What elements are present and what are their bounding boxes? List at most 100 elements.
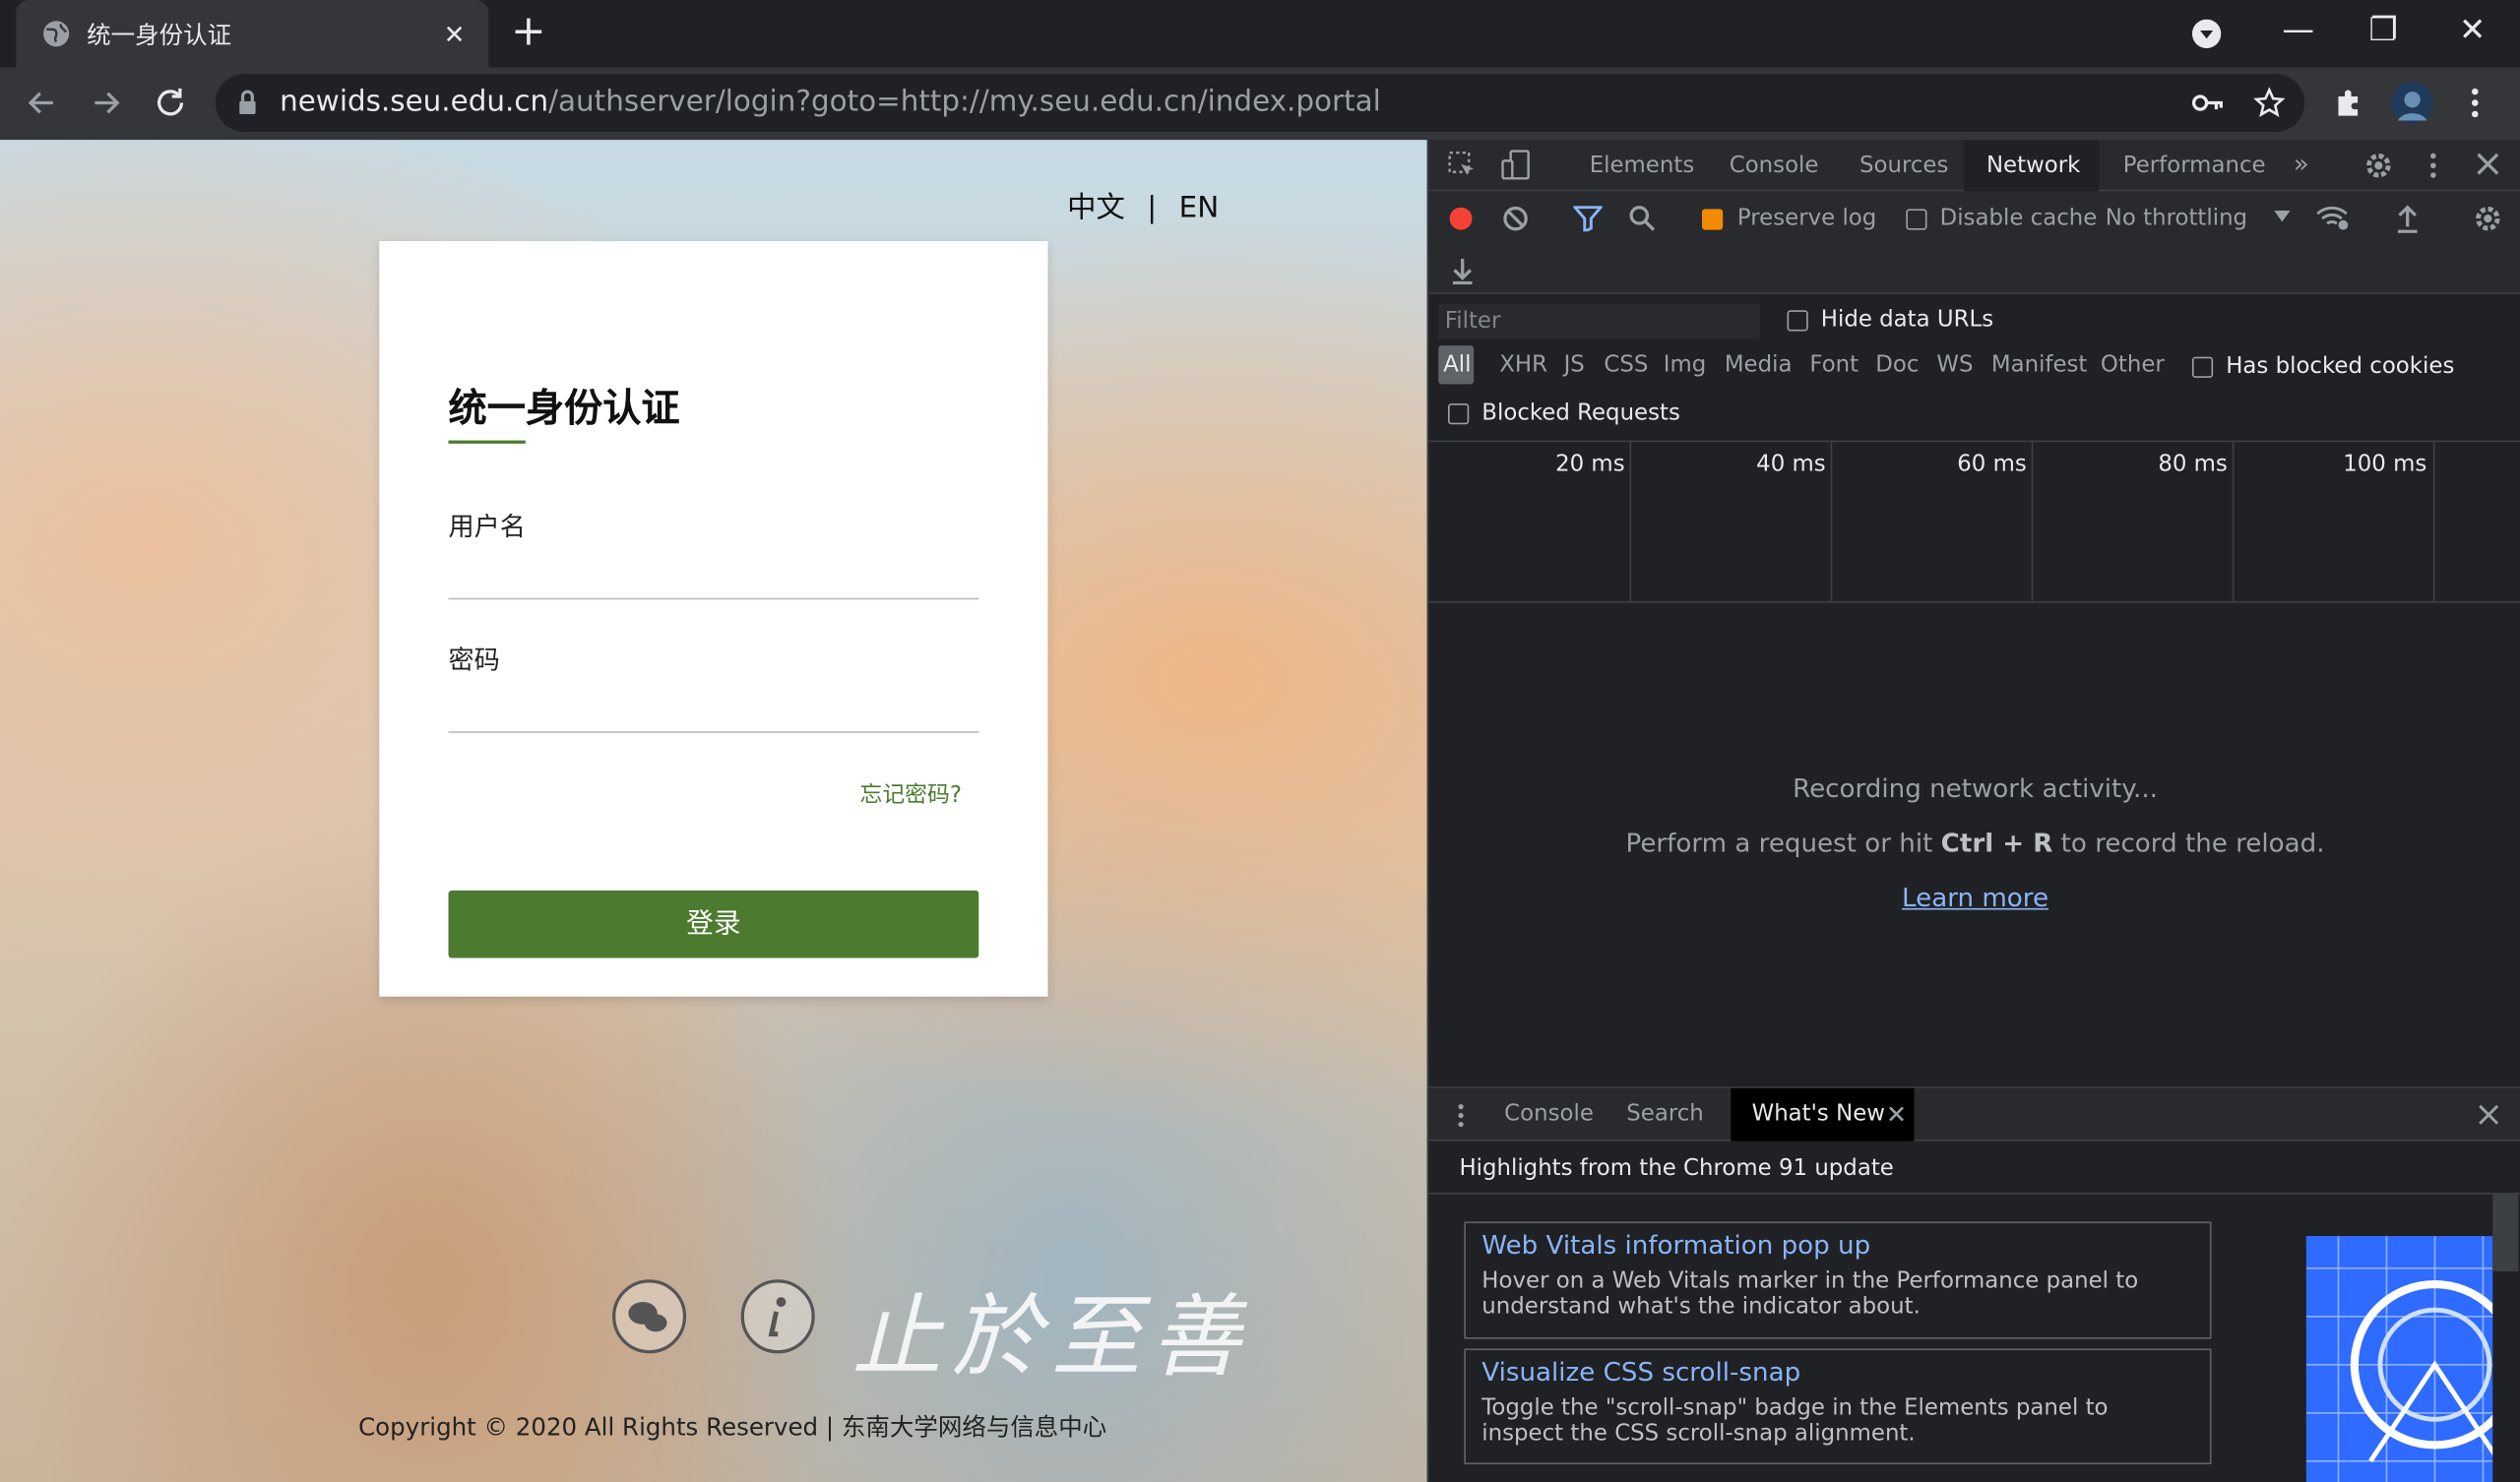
extensions-icon[interactable] [2334,87,2366,119]
star-icon[interactable] [2253,87,2286,119]
tab-sources[interactable]: Sources [1859,153,1948,178]
username-underline [448,597,979,600]
learn-more-link[interactable]: Learn more [1428,883,2520,913]
reload-hint-post: to record the reload. [2052,828,2325,859]
reload-icon[interactable] [153,86,188,121]
filter-input[interactable]: Filter [1438,303,1760,340]
login-button[interactable]: 登录 [448,890,979,958]
forward-icon[interactable] [90,87,122,119]
preserve-log-checkbox[interactable] [1701,209,1724,230]
tab-elements[interactable]: Elements [1590,153,1695,178]
type-other[interactable]: Other [2101,352,2165,378]
tab-title: 统一身份认证 [87,21,232,50]
type-js[interactable]: JS [1564,352,1585,378]
disable-cache-checkbox[interactable] [1906,209,1927,230]
tick-label: 100 ms [2343,451,2427,478]
url-text[interactable]: newids.seu.edu.cn/authserver/login?goto=… [280,86,1381,119]
type-css[interactable]: CSS [1604,352,1648,378]
more-tabs-icon[interactable]: » [2294,148,2309,178]
drawer-tabbar: Console Search What's New [1428,1087,2520,1142]
type-all[interactable]: All [1443,352,1471,378]
type-media[interactable]: Media [1725,352,1793,378]
tick-line [2031,442,2034,601]
settings-icon[interactable] [2364,152,2393,180]
drawer-scrollbar[interactable] [2492,1194,2519,1272]
avatar[interactable] [2391,82,2433,124]
devtools-menu-icon[interactable] [2428,152,2438,180]
type-xhr[interactable]: XHR [1499,352,1547,378]
lang-separator: | [1147,191,1158,225]
reload-hint: Perform a request or hit Ctrl + R to rec… [1428,828,2520,858]
lock-icon[interactable] [238,90,258,115]
type-font[interactable]: Font [1809,352,1858,378]
preserve-log-label: Preserve log [1736,206,1877,232]
tick-label: 60 ms [1957,451,2027,478]
type-manifest[interactable]: Manifest [1991,352,2088,378]
clear-icon[interactable] [1503,206,1529,231]
url-path: /authserver/login?goto=http://my.seu.edu… [548,85,1381,119]
title-underline [448,440,526,444]
search-icon[interactable] [1628,204,1657,232]
wechat-icon[interactable] [610,1278,687,1355]
restore-button[interactable]: ❐ [2369,10,2398,48]
lang-en-link[interactable]: EN [1179,191,1220,224]
export-har-icon[interactable] [1450,256,1476,285]
network-conditions-icon[interactable] [2316,204,2352,232]
chevron-down-icon[interactable] [2274,210,2291,223]
hide-data-urls-checkbox[interactable] [1787,310,1808,332]
card-title[interactable]: Visualize CSS scroll-snap [1481,1357,1800,1388]
new-tab-button[interactable]: + [511,10,546,55]
type-ws[interactable]: WS [1936,352,1973,378]
lang-zh-link[interactable]: 中文 [1067,191,1125,224]
forgot-password-link[interactable]: 忘记密码? [859,778,962,811]
tab-close-icon[interactable]: ✕ [444,20,466,50]
device-toolbar-icon[interactable] [1499,150,1532,182]
has-blocked-cookies-checkbox[interactable] [2191,356,2214,378]
browser-toolbar: newids.seu.edu.cn/authserver/login?goto=… [0,67,2520,141]
username-label: 用户名 [448,511,526,542]
password-underline [448,731,979,733]
info-icon[interactable] [739,1278,816,1355]
whats-new-card[interactable]: Web Vitals information pop up Hover on a… [1464,1221,2212,1339]
recording-message: Recording network activity... [1793,772,2158,804]
browser-menu-icon[interactable] [2469,86,2482,121]
import-har-icon[interactable] [2395,204,2421,233]
drawer-menu-icon[interactable] [1456,1103,1466,1129]
type-doc[interactable]: Doc [1875,352,1919,378]
network-toolbar: Preserve log Disable cache No throttling [1428,191,2520,294]
browser-tab[interactable]: 统一身份认证 ✕ [16,0,489,68]
inspect-element-icon[interactable] [1448,151,1477,180]
throttling-select[interactable]: No throttling [2106,206,2247,231]
key-icon[interactable] [2191,89,2225,117]
tab-performance[interactable]: Performance [2123,153,2266,178]
tab-search-icon[interactable] [2191,19,2222,49]
filter-icon[interactable] [1573,206,1603,232]
type-img[interactable]: Img [1664,352,1707,378]
network-settings-icon[interactable] [2474,204,2502,232]
card-title[interactable]: Web Vitals information pop up [1481,1230,1870,1261]
screen: 统一身份认证 ✕ + — ❐ ✕ newids.seu.edu.cn/auths… [0,0,2520,1482]
blocked-requests-checkbox[interactable] [1448,402,1470,425]
close-devtools-icon[interactable] [2477,153,2499,175]
tick-label: 20 ms [1555,451,1625,478]
network-overview-timeline[interactable]: 20 ms 40 ms 60 ms 80 ms 100 ms [1428,442,2520,603]
close-window-button[interactable]: ✕ [2459,10,2486,48]
minimize-button[interactable]: — [2282,10,2314,48]
tab-console[interactable]: Console [1730,153,1819,178]
back-icon[interactable] [26,87,58,119]
devtools-panel: Elements Console Sources Network Perform… [1426,140,2520,1482]
drawer-tab-console[interactable]: Console [1504,1101,1594,1127]
password-input[interactable] [449,680,979,731]
close-tab-icon[interactable] [1888,1106,1904,1122]
tab-network[interactable]: Network [1986,153,2080,178]
record-icon[interactable] [1448,206,1474,231]
drawer-tab-search[interactable]: Search [1626,1101,1704,1127]
username-input[interactable] [449,546,979,597]
tick-line [1830,442,1833,601]
reload-hint-pre: Perform a request or hit [1625,828,1941,859]
drawer-tab-whats-new[interactable]: What's New [1752,1101,1885,1127]
whats-new-card[interactable]: Visualize CSS scroll-snap Toggle the "sc… [1464,1348,2212,1465]
address-bar[interactable]: newids.seu.edu.cn/authserver/login?goto=… [215,74,2305,132]
language-switcher: 中文 | EN [1067,185,1219,226]
close-drawer-icon[interactable] [2479,1104,2499,1125]
